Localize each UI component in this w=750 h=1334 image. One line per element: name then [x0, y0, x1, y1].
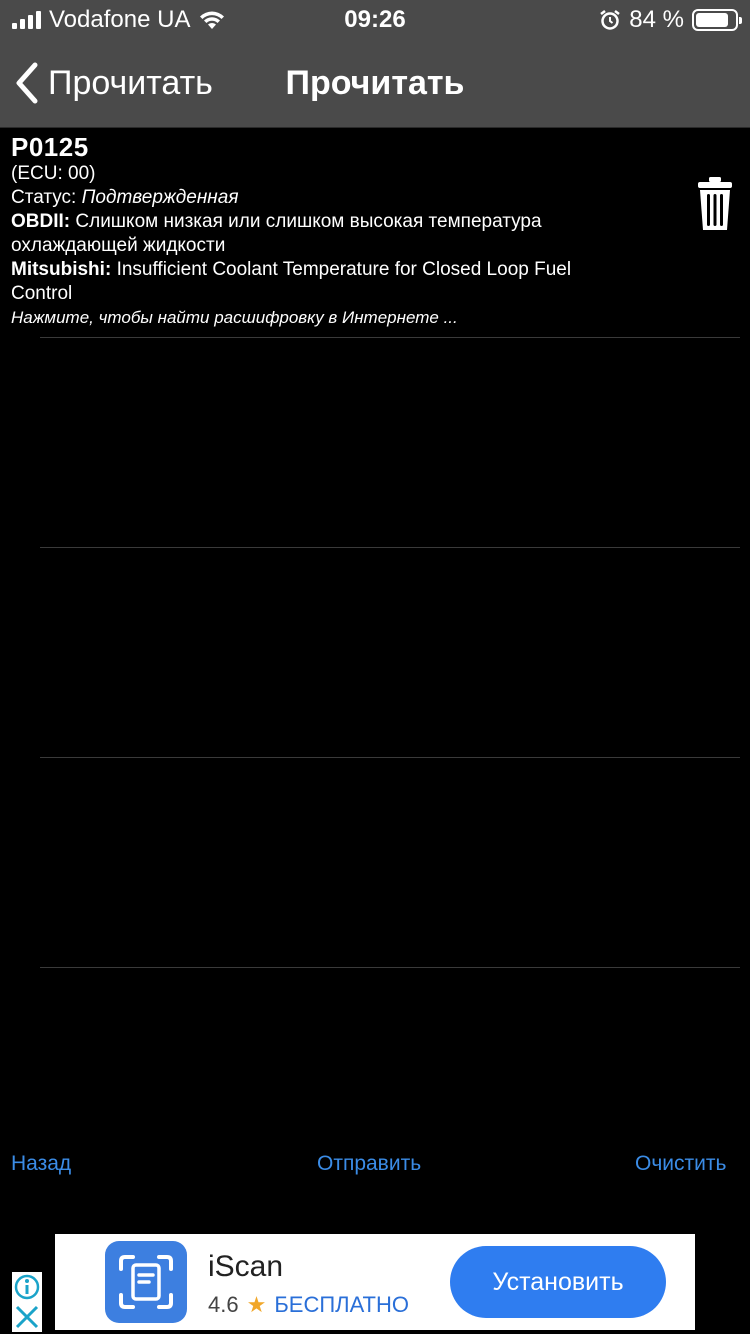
- dtc-obd-label: OBDII:: [11, 211, 71, 232]
- row-divider: [40, 757, 740, 758]
- navigation-bar: Прочитать Прочитать: [0, 40, 750, 128]
- dtc-obd-description: OBDII: Слишком низкая или слишком высока…: [11, 210, 630, 258]
- close-icon[interactable]: [12, 1302, 42, 1332]
- app-icon[interactable]: [105, 1241, 187, 1323]
- back-button[interactable]: Прочитать: [14, 62, 213, 104]
- ad-price: БЕСПЛАТНО: [274, 1292, 409, 1317]
- dtc-ecu: (ECU: 00): [11, 163, 96, 184]
- ad-app-name: iScan: [208, 1250, 284, 1283]
- dtc-search-link[interactable]: Нажмите, чтобы найти расшифровку в Интер…: [11, 306, 630, 330]
- row-divider: [40, 967, 740, 968]
- dtc-obd-text: Слишком низкая или слишком высокая темпе…: [11, 211, 542, 256]
- star-icon: ★: [246, 1292, 267, 1317]
- back-toolbar-button[interactable]: Назад: [11, 1152, 71, 1176]
- chevron-left-icon: [16, 62, 38, 104]
- dtc-item[interactable]: P0125 (ECU: 00) Статус: Подтвержденная O…: [0, 128, 750, 330]
- scan-icon: [119, 1255, 173, 1309]
- battery-icon: [692, 9, 742, 31]
- ad-choices[interactable]: [12, 1272, 42, 1332]
- info-icon[interactable]: [12, 1272, 42, 1302]
- send-button[interactable]: Отправить: [317, 1152, 421, 1176]
- dtc-status: Статус: Подтвержденная: [11, 186, 630, 210]
- dtc-status-label: Статус:: [11, 187, 77, 208]
- battery-percent: 84 %: [629, 6, 684, 33]
- status-bar: Vodafone UA 09:26 84 %: [0, 0, 750, 40]
- alarm-icon: [600, 10, 621, 30]
- dtc-maker-description: Mitsubishi: Insufficient Coolant Tempera…: [11, 258, 630, 306]
- row-divider: [40, 547, 740, 548]
- trash-icon[interactable]: [696, 176, 734, 232]
- dtc-status-value: Подтвержденная: [81, 187, 239, 208]
- dtc-code: P0125: [11, 132, 89, 162]
- clear-button[interactable]: Очистить: [635, 1152, 726, 1176]
- dtc-maker-label: Mitsubishi:: [11, 259, 112, 280]
- back-button-label: Прочитать: [48, 63, 213, 102]
- install-button[interactable]: Установить: [450, 1246, 666, 1318]
- ad-rating: 4.6: [208, 1292, 239, 1317]
- dtc-list: P0125 (ECU: 00) Статус: Подтвержденная O…: [0, 128, 750, 330]
- ad-banner[interactable]: iScan 4.6 ★ БЕСПЛАТНО Установить: [55, 1234, 695, 1330]
- row-divider: [40, 337, 740, 338]
- status-right: 84 %: [599, 6, 742, 34]
- ad-app-meta: 4.6 ★ БЕСПЛАТНО: [208, 1292, 409, 1318]
